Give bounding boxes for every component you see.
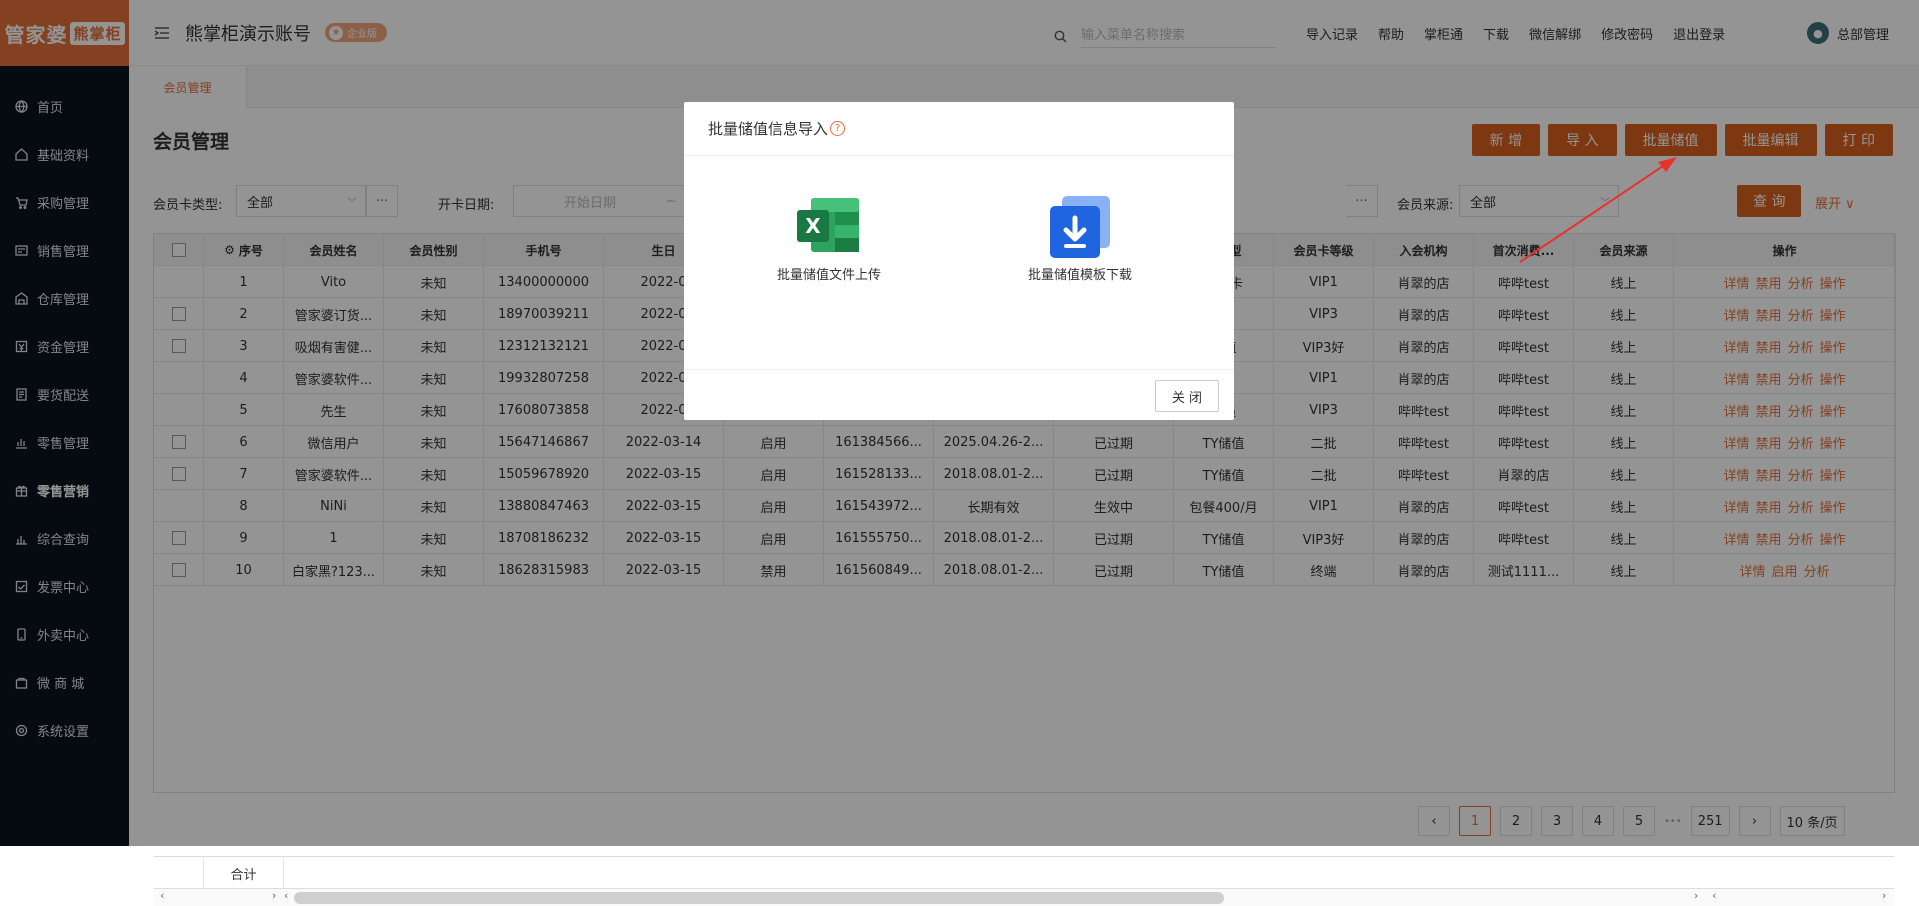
sum-label: 合计 (204, 857, 284, 889)
app-root: 管家婆 熊掌柜 首页 基础资料 采购管理 销售管理 仓库管理 资金管理 要货配送 零售管理 零售… (0, 0, 1919, 906)
scroll-left-icon[interactable]: ‹ (1712, 889, 1716, 902)
scroll-right-icon[interactable]: › (1882, 889, 1886, 902)
scroll-left-icon[interactable]: ‹ (160, 889, 164, 902)
scroll-right-icon[interactable]: › (272, 889, 276, 902)
sum-row: 合计 (154, 856, 1894, 889)
annotation-arrow (1519, 157, 1677, 263)
horizontal-scrollbar[interactable]: ‹ › ‹ › ‹ › (154, 888, 1894, 906)
scroll-left-icon[interactable]: ‹ (284, 889, 288, 902)
scroll-right-icon[interactable]: › (1694, 889, 1698, 902)
sum-cell-empty (154, 857, 204, 889)
scrollbar-thumb[interactable] (294, 892, 1224, 904)
